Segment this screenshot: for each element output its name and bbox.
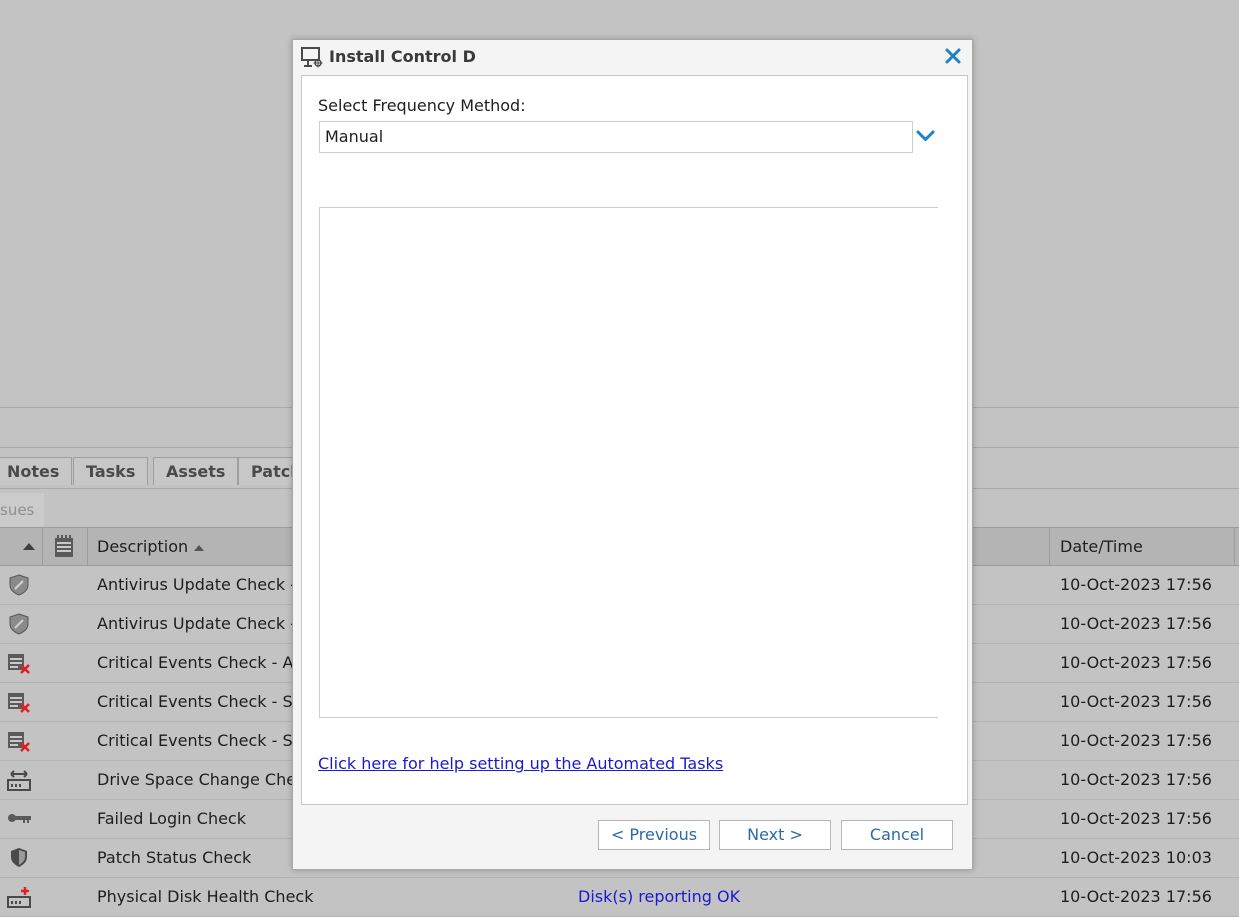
frequency-method-value: Manual <box>325 127 384 146</box>
column-label: Description <box>97 537 189 556</box>
frequency-settings-panel <box>319 207 938 718</box>
row-description: Physical Disk Health Check <box>97 887 314 906</box>
previous-button[interactable]: < Previous <box>598 820 710 850</box>
sub-tab-issues[interactable]: sues <box>0 493 45 527</box>
install-monitor-icon <box>301 47 323 68</box>
row-description: Patch Status Check <box>97 848 252 867</box>
patch-shield-icon <box>11 848 27 867</box>
sort-ascending-icon <box>194 545 205 551</box>
event-log-error-icon <box>8 654 30 674</box>
row-status-link[interactable]: Disk(s) reporting OK <box>578 878 740 916</box>
cancel-button-label: Cancel <box>869 825 925 844</box>
row-description: Critical Events Check - App <box>97 653 314 672</box>
row-datetime: 10-Oct-2023 17:56 <box>1060 731 1212 750</box>
row-description: Failed Login Check <box>97 809 246 828</box>
table-row[interactable]: Physical Disk Health Check Disk(s) repor… <box>0 878 1239 917</box>
column-separator <box>1049 528 1050 565</box>
row-description: Critical Events Check - Secu <box>97 692 322 711</box>
row-datetime: 10-Oct-2023 17:56 <box>1060 575 1212 594</box>
tab-notes[interactable]: Notes <box>0 457 73 485</box>
tab-assets[interactable]: Assets <box>153 457 239 485</box>
shield-icon <box>9 574 29 596</box>
automated-tasks-help-link[interactable]: Click here for help setting up the Autom… <box>318 754 723 773</box>
install-dialog: Install Control D Select Frequency Metho… <box>292 39 973 870</box>
shield-icon <box>9 613 29 635</box>
column-separator <box>87 528 88 565</box>
sub-tab-label: sues <box>0 501 35 519</box>
notepad-icon <box>55 535 73 557</box>
key-icon <box>8 814 31 823</box>
tab-tasks[interactable]: Tasks <box>73 457 149 485</box>
drive-space-icon <box>7 770 31 791</box>
event-log-error-icon <box>8 693 30 713</box>
sort-column-header[interactable] <box>22 528 36 565</box>
column-label: Date/Time <box>1060 537 1143 556</box>
next-button-label: Next > <box>747 825 803 844</box>
row-datetime: 10-Oct-2023 17:56 <box>1060 692 1212 711</box>
column-separator <box>42 528 43 565</box>
row-datetime: 10-Oct-2023 17:56 <box>1060 770 1212 789</box>
column-separator <box>1234 528 1235 565</box>
cancel-button[interactable]: Cancel <box>841 820 953 850</box>
row-datetime: 10-Oct-2023 17:56 <box>1060 809 1212 828</box>
dropdown-button[interactable] <box>912 121 938 153</box>
row-datetime: 10-Oct-2023 17:56 <box>1060 887 1212 906</box>
previous-button-label: < Previous <box>610 825 698 844</box>
row-datetime: 10-Oct-2023 10:03 <box>1060 848 1212 867</box>
dialog-title-bar[interactable]: Install Control D <box>293 40 972 74</box>
row-description: Antivirus Update Check - W <box>97 575 317 594</box>
disk-health-icon <box>7 887 31 908</box>
dialog-title: Install Control D <box>329 47 476 66</box>
close-icon[interactable] <box>942 45 964 67</box>
description-column-header[interactable]: Description <box>97 528 205 565</box>
tab-label: Tasks <box>86 462 136 481</box>
sort-up-icon <box>23 543 35 550</box>
row-description: Drive Space Change Check <box>97 770 315 789</box>
tab-label: Notes <box>7 462 60 481</box>
tab-label: Assets <box>166 462 226 481</box>
row-description: Antivirus Update Check - W <box>97 614 317 633</box>
row-datetime: 10-Oct-2023 17:56 <box>1060 614 1212 633</box>
frequency-method-select[interactable]: Manual <box>319 121 938 153</box>
next-button[interactable]: Next > <box>719 820 831 850</box>
event-log-error-icon <box>8 732 30 752</box>
row-description: Critical Events Check - Syst <box>97 731 317 750</box>
frequency-method-label: Select Frequency Method: <box>318 96 526 115</box>
datetime-column-header[interactable]: Date/Time <box>1060 528 1143 565</box>
row-datetime: 10-Oct-2023 17:56 <box>1060 653 1212 672</box>
dialog-body: Select Frequency Method: Manual Click he… <box>301 75 968 805</box>
chevron-down-icon <box>916 130 935 141</box>
